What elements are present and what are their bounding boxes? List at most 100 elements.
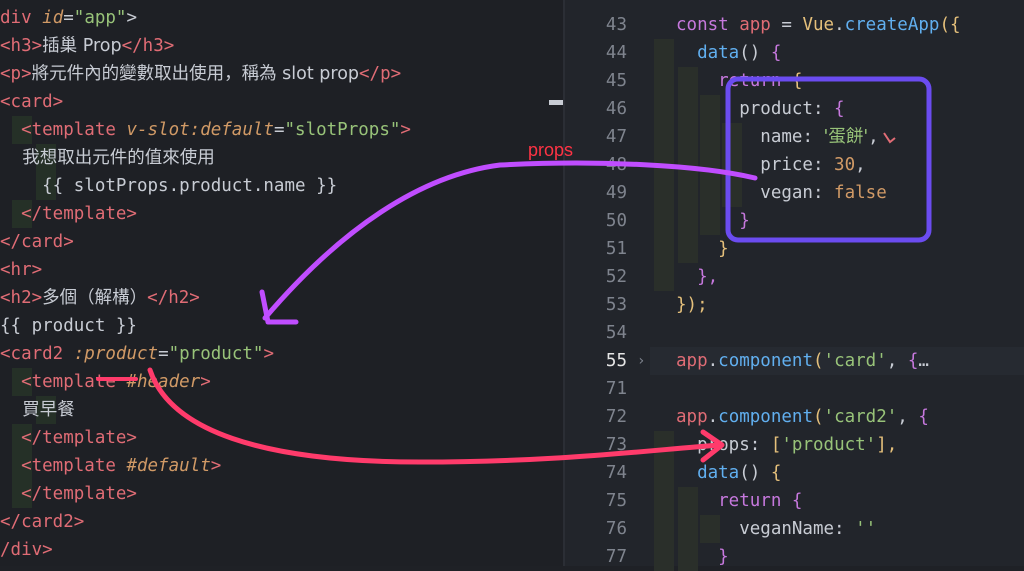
code-line[interactable]: <template #default> <box>0 452 221 480</box>
code-line[interactable]: return { <box>676 487 802 515</box>
code-line[interactable]: } <box>676 543 729 571</box>
code-line[interactable]: }, <box>676 263 718 291</box>
code-line[interactable]: </card> <box>0 228 74 256</box>
code-token: app <box>676 407 708 427</box>
code-token: "slotProps" <box>284 120 401 140</box>
code-line[interactable]: </template> <box>0 480 137 508</box>
code-line[interactable]: } <box>676 235 729 263</box>
code-line[interactable]: <h3>插巢 Prop</h3> <box>0 32 174 60</box>
indent-guide <box>654 515 674 543</box>
code-token: 'card2' <box>823 407 898 427</box>
line-number[interactable]: 74 <box>565 459 627 487</box>
code-line[interactable]: props: ['product'], <box>676 431 897 459</box>
code-token: ({ <box>939 15 961 35</box>
code-token: ], <box>876 435 898 455</box>
code-token: } <box>676 239 729 259</box>
code-token: { <box>918 407 929 427</box>
line-number[interactable]: 45 <box>565 67 627 95</box>
code-token: false <box>834 183 887 203</box>
code-line[interactable]: <card> <box>0 88 63 116</box>
line-number[interactable]: 53 <box>565 291 627 319</box>
line-number[interactable]: 55 <box>565 347 627 375</box>
code-line[interactable]: /div> <box>0 536 53 564</box>
indent-guide <box>654 487 674 515</box>
code-line[interactable]: price: 30, <box>676 151 865 179</box>
code-line[interactable]: veganName: '' <box>676 515 876 543</box>
line-number[interactable]: 49 <box>565 179 627 207</box>
code-line[interactable]: data() { <box>676 459 781 487</box>
code-line[interactable]: app.component('card', {… <box>676 347 929 375</box>
code-line[interactable]: div id="app"> <box>0 4 137 32</box>
code-line[interactable]: data() { <box>676 39 781 67</box>
line-number[interactable]: 73 <box>565 431 627 459</box>
line-number[interactable]: 51 <box>565 235 627 263</box>
code-token: = <box>273 120 285 140</box>
code-line[interactable]: </card2> <box>0 508 84 536</box>
line-number[interactable]: 50 <box>565 207 627 235</box>
code-line[interactable]: 我想取出元件的值來使用 <box>0 144 215 172</box>
line-number[interactable]: 54 <box>565 319 627 347</box>
code-token: … <box>918 351 929 371</box>
code-line[interactable]: app.component('card2', { <box>676 403 929 431</box>
code-line[interactable]: }); <box>676 291 708 319</box>
line-number[interactable]: 48 <box>565 151 627 179</box>
line-number[interactable]: 52 <box>565 263 627 291</box>
line-number[interactable]: 44 <box>565 39 627 67</box>
code-line[interactable]: <hr> <box>0 256 42 284</box>
line-number[interactable]: 75 <box>565 487 627 515</box>
fold-chevron-icon[interactable]: › <box>637 347 645 375</box>
code-line[interactable]: <template #header> <box>0 368 211 396</box>
code-token: vegan <box>676 183 813 203</box>
code-token: app <box>739 15 782 35</box>
code-token: #header <box>126 372 201 392</box>
code-token: div <box>0 8 43 28</box>
indent-guide <box>654 123 674 151</box>
code-token: #default <box>126 456 211 476</box>
code-token: </template> <box>0 204 137 224</box>
code-token: <template <box>0 120 127 140</box>
code-token: () <box>739 463 771 483</box>
code-token: <template <box>0 456 127 476</box>
code-line[interactable]: </template> <box>0 200 137 228</box>
code-line[interactable]: vegan: false <box>676 179 887 207</box>
scroll-marker[interactable] <box>549 100 563 105</box>
code-line[interactable]: <h2>多個（解構）</h2> <box>0 284 200 312</box>
line-number[interactable]: 43 <box>565 11 627 39</box>
props-annotation-label: props <box>528 140 574 160</box>
code-line[interactable]: return { <box>676 67 802 95</box>
code-token: , <box>897 407 919 427</box>
code-token: } <box>676 547 729 567</box>
code-token: 插巢 Prop <box>42 36 122 56</box>
code-line[interactable]: <template v-slot:default="slotProps"> <box>0 116 411 144</box>
code-token: }, <box>676 267 719 287</box>
code-line[interactable]: product: { <box>676 95 845 123</box>
code-line[interactable]: name: '蛋餅', <box>676 123 878 151</box>
code-token: createApp <box>844 15 940 35</box>
line-number[interactable]: 76 <box>565 515 627 543</box>
code-token: : <box>834 519 856 539</box>
indent-guide <box>654 235 674 263</box>
code-line[interactable]: </template> <box>0 424 137 452</box>
code-token: <card> <box>0 92 64 112</box>
code-line[interactable]: <card2 :product="product"> <box>0 340 274 368</box>
line-number[interactable]: 72 <box>565 403 627 431</box>
code-line[interactable]: {{ slotProps.product.name }} <box>0 172 337 200</box>
code-token: </card2> <box>0 512 85 532</box>
code-line[interactable]: 買早餐 <box>0 396 75 424</box>
code-token: const <box>676 15 740 35</box>
code-token: > <box>126 8 138 28</box>
line-number[interactable]: 77 <box>565 543 627 571</box>
code-token: <hr> <box>0 260 43 280</box>
indent-guide <box>654 431 674 459</box>
line-number[interactable]: 71 <box>565 375 627 403</box>
left-editor-pane[interactable]: div id="app"> <h3>插巢 Prop</h3> <p>將元件內的變數取… <box>0 0 564 566</box>
code-line[interactable]: } <box>676 207 750 235</box>
line-number[interactable]: 47 <box>565 123 627 151</box>
code-token: </card> <box>0 232 74 252</box>
code-token: { <box>834 99 845 119</box>
code-line[interactable]: <p>將元件內的變數取出使用，稱為 slot prop</p> <box>0 60 401 88</box>
code-line[interactable]: const app = Vue.createApp({ <box>676 11 961 39</box>
code-line[interactable]: {{ product }} <box>0 312 137 340</box>
line-number[interactable]: 46 <box>565 95 627 123</box>
indent-guide <box>654 543 674 571</box>
